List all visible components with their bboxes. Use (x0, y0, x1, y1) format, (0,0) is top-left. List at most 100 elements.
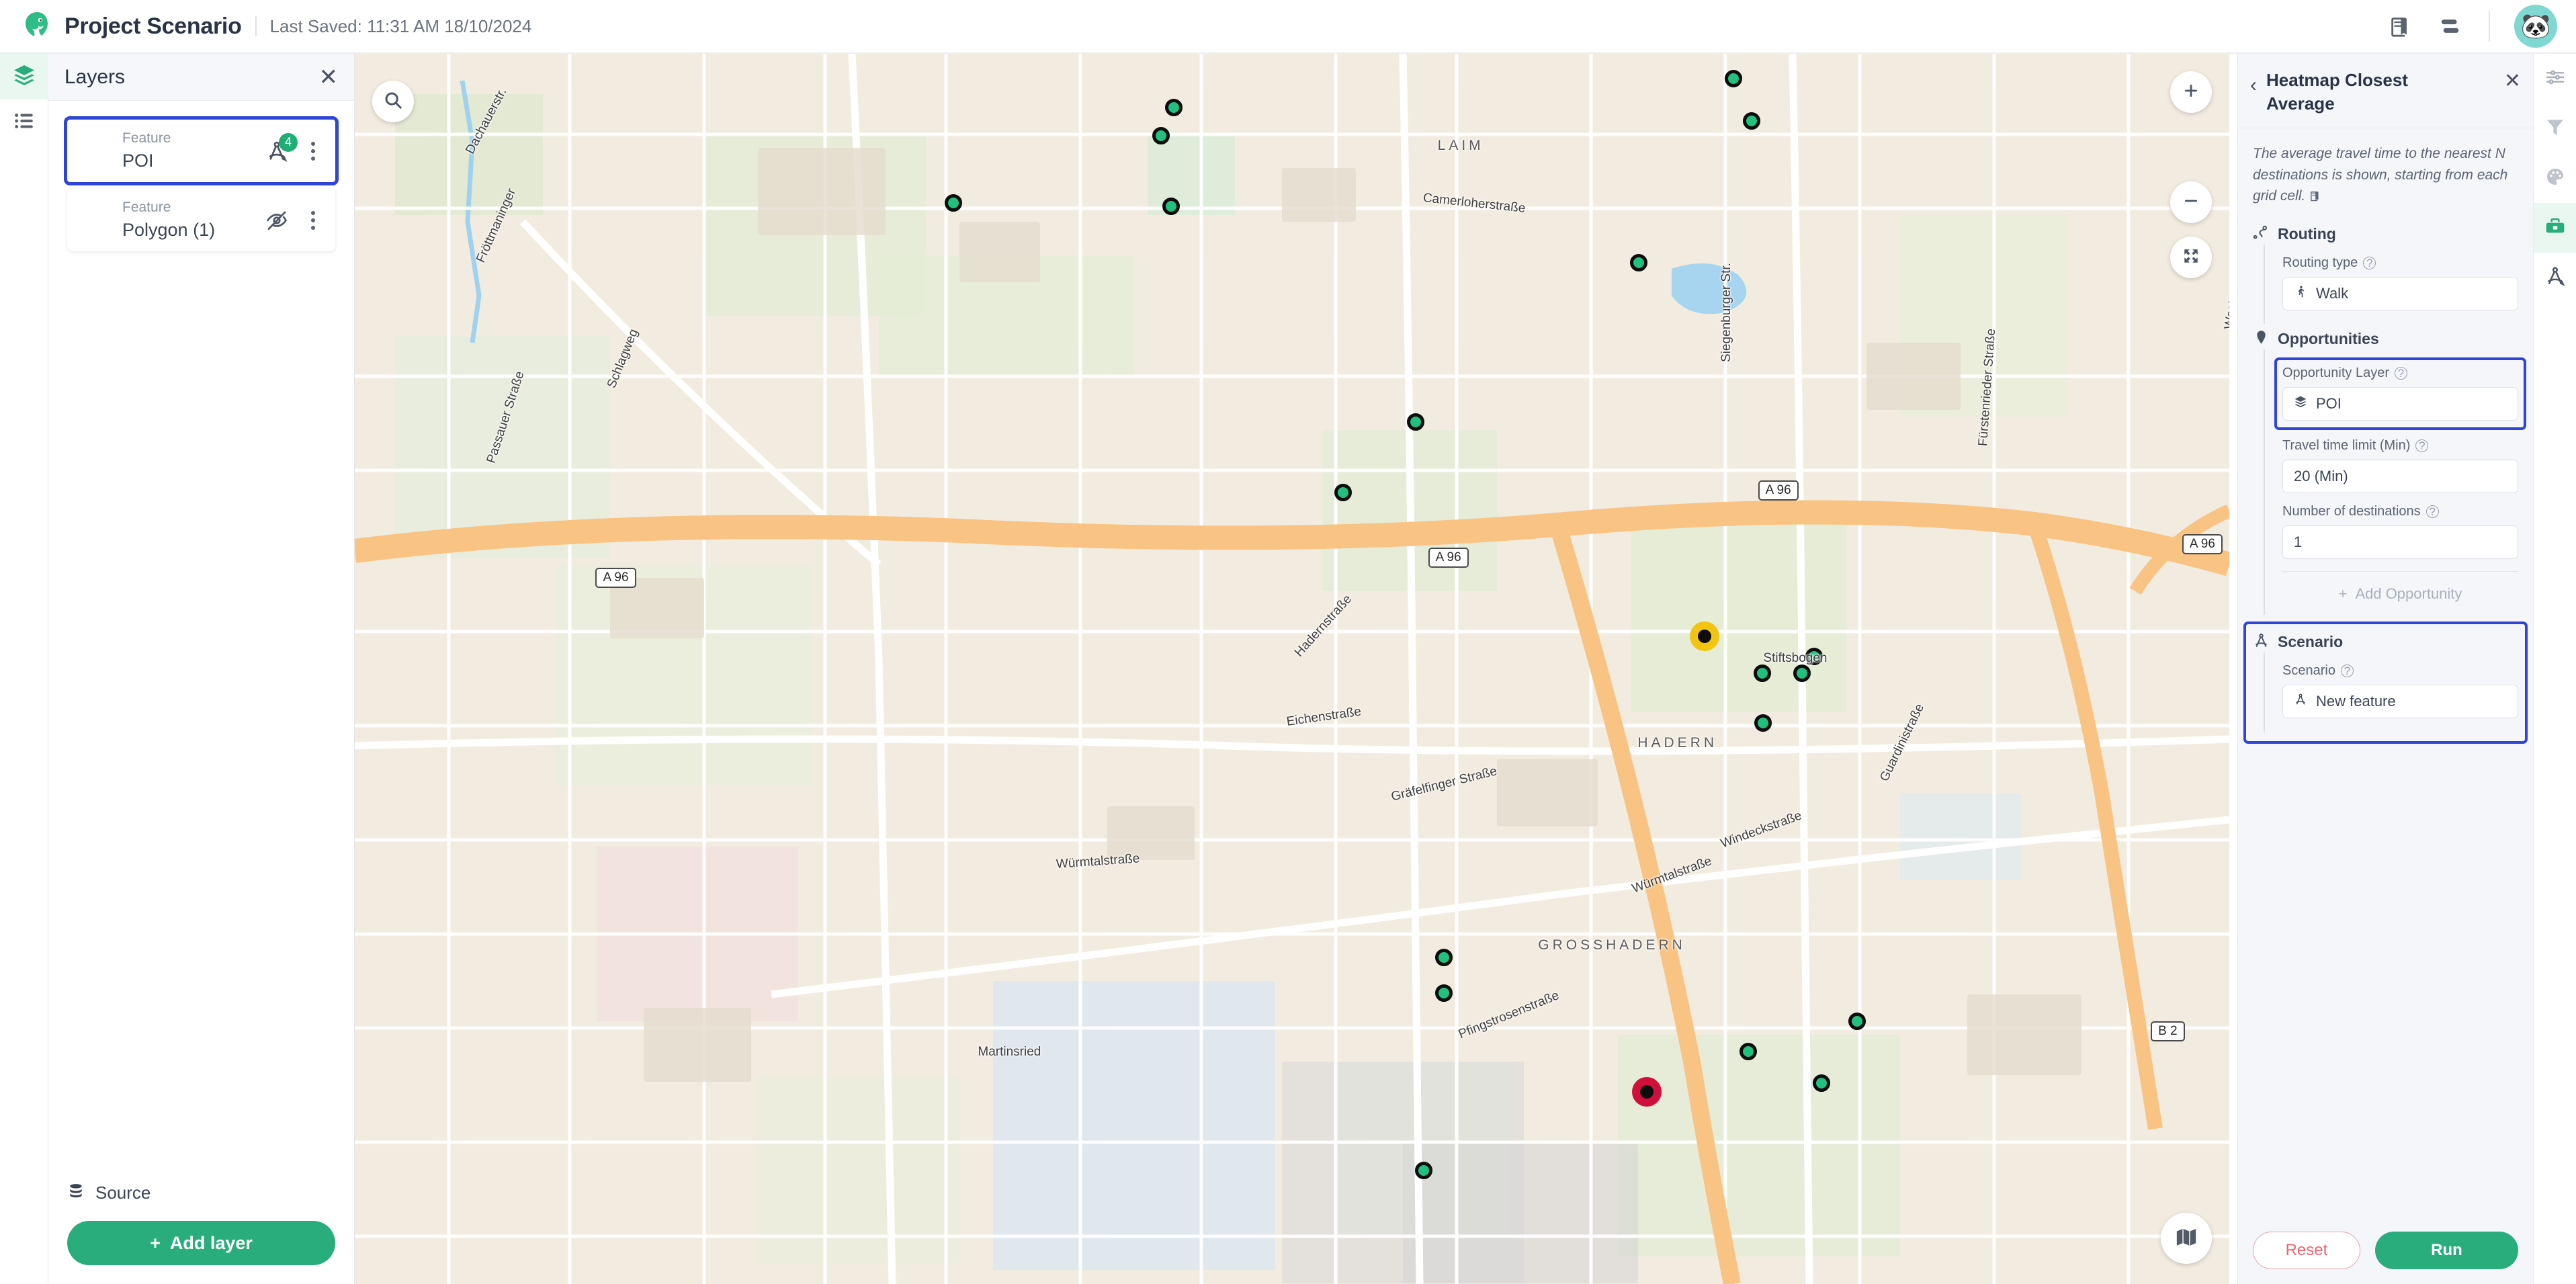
map-poi-marker[interactable] (1152, 127, 1170, 145)
routing-type-value: Walk (2316, 284, 2349, 302)
help-icon[interactable]: ? (2425, 505, 2439, 518)
map-zoom-in-button[interactable] (2170, 71, 2212, 113)
layers-icon (12, 63, 36, 91)
map-poi-marker[interactable] (1793, 664, 1811, 682)
map-poi-marker[interactable] (1434, 984, 1453, 1002)
field-number-of-destinations: Number of destinations ? 1 (2282, 504, 2518, 559)
map-poi-marker[interactable] (1334, 483, 1353, 501)
section-scenario: Scenario Scenario ? New feature (2243, 621, 2528, 744)
tool-description-text: The average travel time to the nearest N… (2253, 146, 2508, 204)
layer-kind-label: Feature (122, 130, 171, 146)
map-highway-shield: A 96 (1758, 480, 1799, 501)
travel-time-limit-value: 20 (Min) (2294, 467, 2348, 484)
kebab-menu-icon[interactable] (306, 139, 320, 163)
map-selected-marker[interactable] (1632, 1076, 1662, 1107)
hidden-eye-icon[interactable] (263, 206, 291, 234)
map-zoom-out-button[interactable] (2170, 181, 2212, 223)
map-poi-marker[interactable] (1753, 664, 1771, 682)
help-icon[interactable]: ? (2363, 256, 2376, 269)
layer-badge-count: 4 (279, 132, 298, 152)
rail-list-button[interactable] (0, 99, 48, 145)
map-poi-marker[interactable] (1164, 98, 1183, 116)
rail-scenario-button[interactable] (2534, 253, 2576, 302)
layers-panel-header: Layers ✕ (48, 54, 354, 101)
map-highlight-marker[interactable] (1690, 621, 1720, 651)
routing-type-label-text: Routing type (2282, 255, 2358, 270)
kebab-menu-icon[interactable] (306, 208, 320, 232)
routing-icon (2253, 224, 2270, 245)
book-icon[interactable] (2309, 188, 2321, 204)
field-travel-time-limit: Travel time limit (Min) ? 20 (Min) (2282, 438, 2518, 493)
map-poi-marker[interactable] (945, 194, 963, 212)
close-icon[interactable]: ✕ (319, 66, 339, 89)
field-routing-type-label: Routing type ? (2282, 255, 2518, 271)
avatar-glyph: 🐼 (2520, 12, 2551, 40)
map-street-label: Martinsried (978, 1044, 1041, 1059)
rail-palette-button[interactable] (2534, 153, 2576, 203)
map-district-label: LAIM (1437, 137, 1484, 153)
map-poi-marker[interactable] (1162, 197, 1180, 215)
map-search-button[interactable] (372, 81, 414, 122)
layer-item-polygon[interactable]: Feature Polygon (1) (67, 189, 335, 251)
source-label: Source (95, 1183, 151, 1203)
plus-icon: + (150, 1232, 161, 1253)
map-poi-marker[interactable] (1415, 1161, 1433, 1179)
field-scenario: Scenario ? New feature (2282, 663, 2518, 718)
chevron-left-icon[interactable]: ‹ (2250, 69, 2257, 95)
rail-filter-button[interactable] (2534, 103, 2576, 153)
section-routing-header: Routing (2253, 224, 2518, 245)
help-icon[interactable]: ? (2415, 439, 2429, 452)
map-highway-shield: A 96 (595, 567, 636, 588)
map-poi-marker[interactable] (1629, 254, 1647, 272)
section-routing-content: Routing type ? Walk (2264, 244, 2518, 324)
map-poi-marker[interactable] (1406, 413, 1424, 431)
map-poi-marker[interactable] (1742, 112, 1760, 130)
map-fullscreen-button[interactable] (2170, 237, 2212, 278)
destinations-label-text: Number of destinations (2282, 503, 2421, 519)
rail-toolbox-button[interactable] (2534, 203, 2576, 253)
number-of-destinations-input[interactable]: 1 (2282, 525, 2518, 559)
rail-sliders-button[interactable] (2534, 54, 2576, 103)
scenario-select[interactable]: New feature (2282, 684, 2518, 718)
help-icon[interactable]: ? (2394, 366, 2407, 380)
section-opportunities-title: Opportunities (2278, 330, 2379, 348)
opportunity-layer-select[interactable]: POI (2282, 386, 2518, 421)
book-icon[interactable] (2387, 13, 2413, 40)
map-highway-shield: B 2 (2151, 1021, 2185, 1041)
marker-core (1640, 1084, 1654, 1099)
right-icon-rail (2533, 54, 2576, 1284)
travel-time-label-text: Travel time limit (Min) (2282, 437, 2411, 453)
scenario-compass-icon[interactable]: 4 (263, 132, 298, 165)
reset-button[interactable]: Reset (2253, 1232, 2360, 1269)
help-icon[interactable]: ? (2340, 664, 2354, 677)
section-scenario-header: Scenario (2253, 632, 2518, 652)
layer-item-texts: Feature Polygon (1) (122, 200, 215, 241)
add-opportunity-button[interactable]: + Add Opportunity (2282, 581, 2518, 612)
close-icon[interactable]: ✕ (2504, 69, 2521, 91)
settings-panel-title: Heatmap Closest Average (2266, 70, 2408, 114)
scenario-compass-icon (2544, 265, 2566, 290)
header-divider (2489, 11, 2490, 42)
toolbar-icon[interactable] (2438, 13, 2464, 40)
basemap-selector-button[interactable] (2161, 1213, 2212, 1264)
routing-type-select[interactable]: Walk (2282, 276, 2518, 310)
map-highway-shield: A 96 (2182, 533, 2223, 554)
pin-icon (2253, 329, 2270, 349)
walk-icon (2294, 285, 2307, 302)
travel-time-limit-input[interactable]: 20 (Min) (2282, 459, 2518, 493)
layer-item-poi[interactable]: Feature POI 4 (64, 116, 339, 185)
fullscreen-icon (2182, 247, 2200, 268)
avatar[interactable]: 🐼 (2514, 5, 2557, 48)
add-layer-button[interactable]: + Add layer (67, 1221, 335, 1265)
map-poi-marker[interactable] (1740, 1042, 1758, 1060)
rail-layers-button[interactable] (0, 54, 48, 99)
source-row[interactable]: Source (67, 1183, 335, 1203)
goat-logo-icon[interactable] (17, 7, 55, 45)
scenario-label-text: Scenario (2282, 662, 2335, 678)
map-poi-marker[interactable] (1434, 949, 1453, 967)
map-canvas[interactable]: Dachauerstr. LAIM Camerloherstraße Siegenbu… (355, 54, 2229, 1284)
layers-panel-title: Layers (65, 65, 126, 88)
layer-name-label: POI (122, 151, 154, 171)
run-button[interactable]: Run (2374, 1232, 2518, 1269)
map-street-label: Siegenburger Str. (1719, 263, 1733, 363)
